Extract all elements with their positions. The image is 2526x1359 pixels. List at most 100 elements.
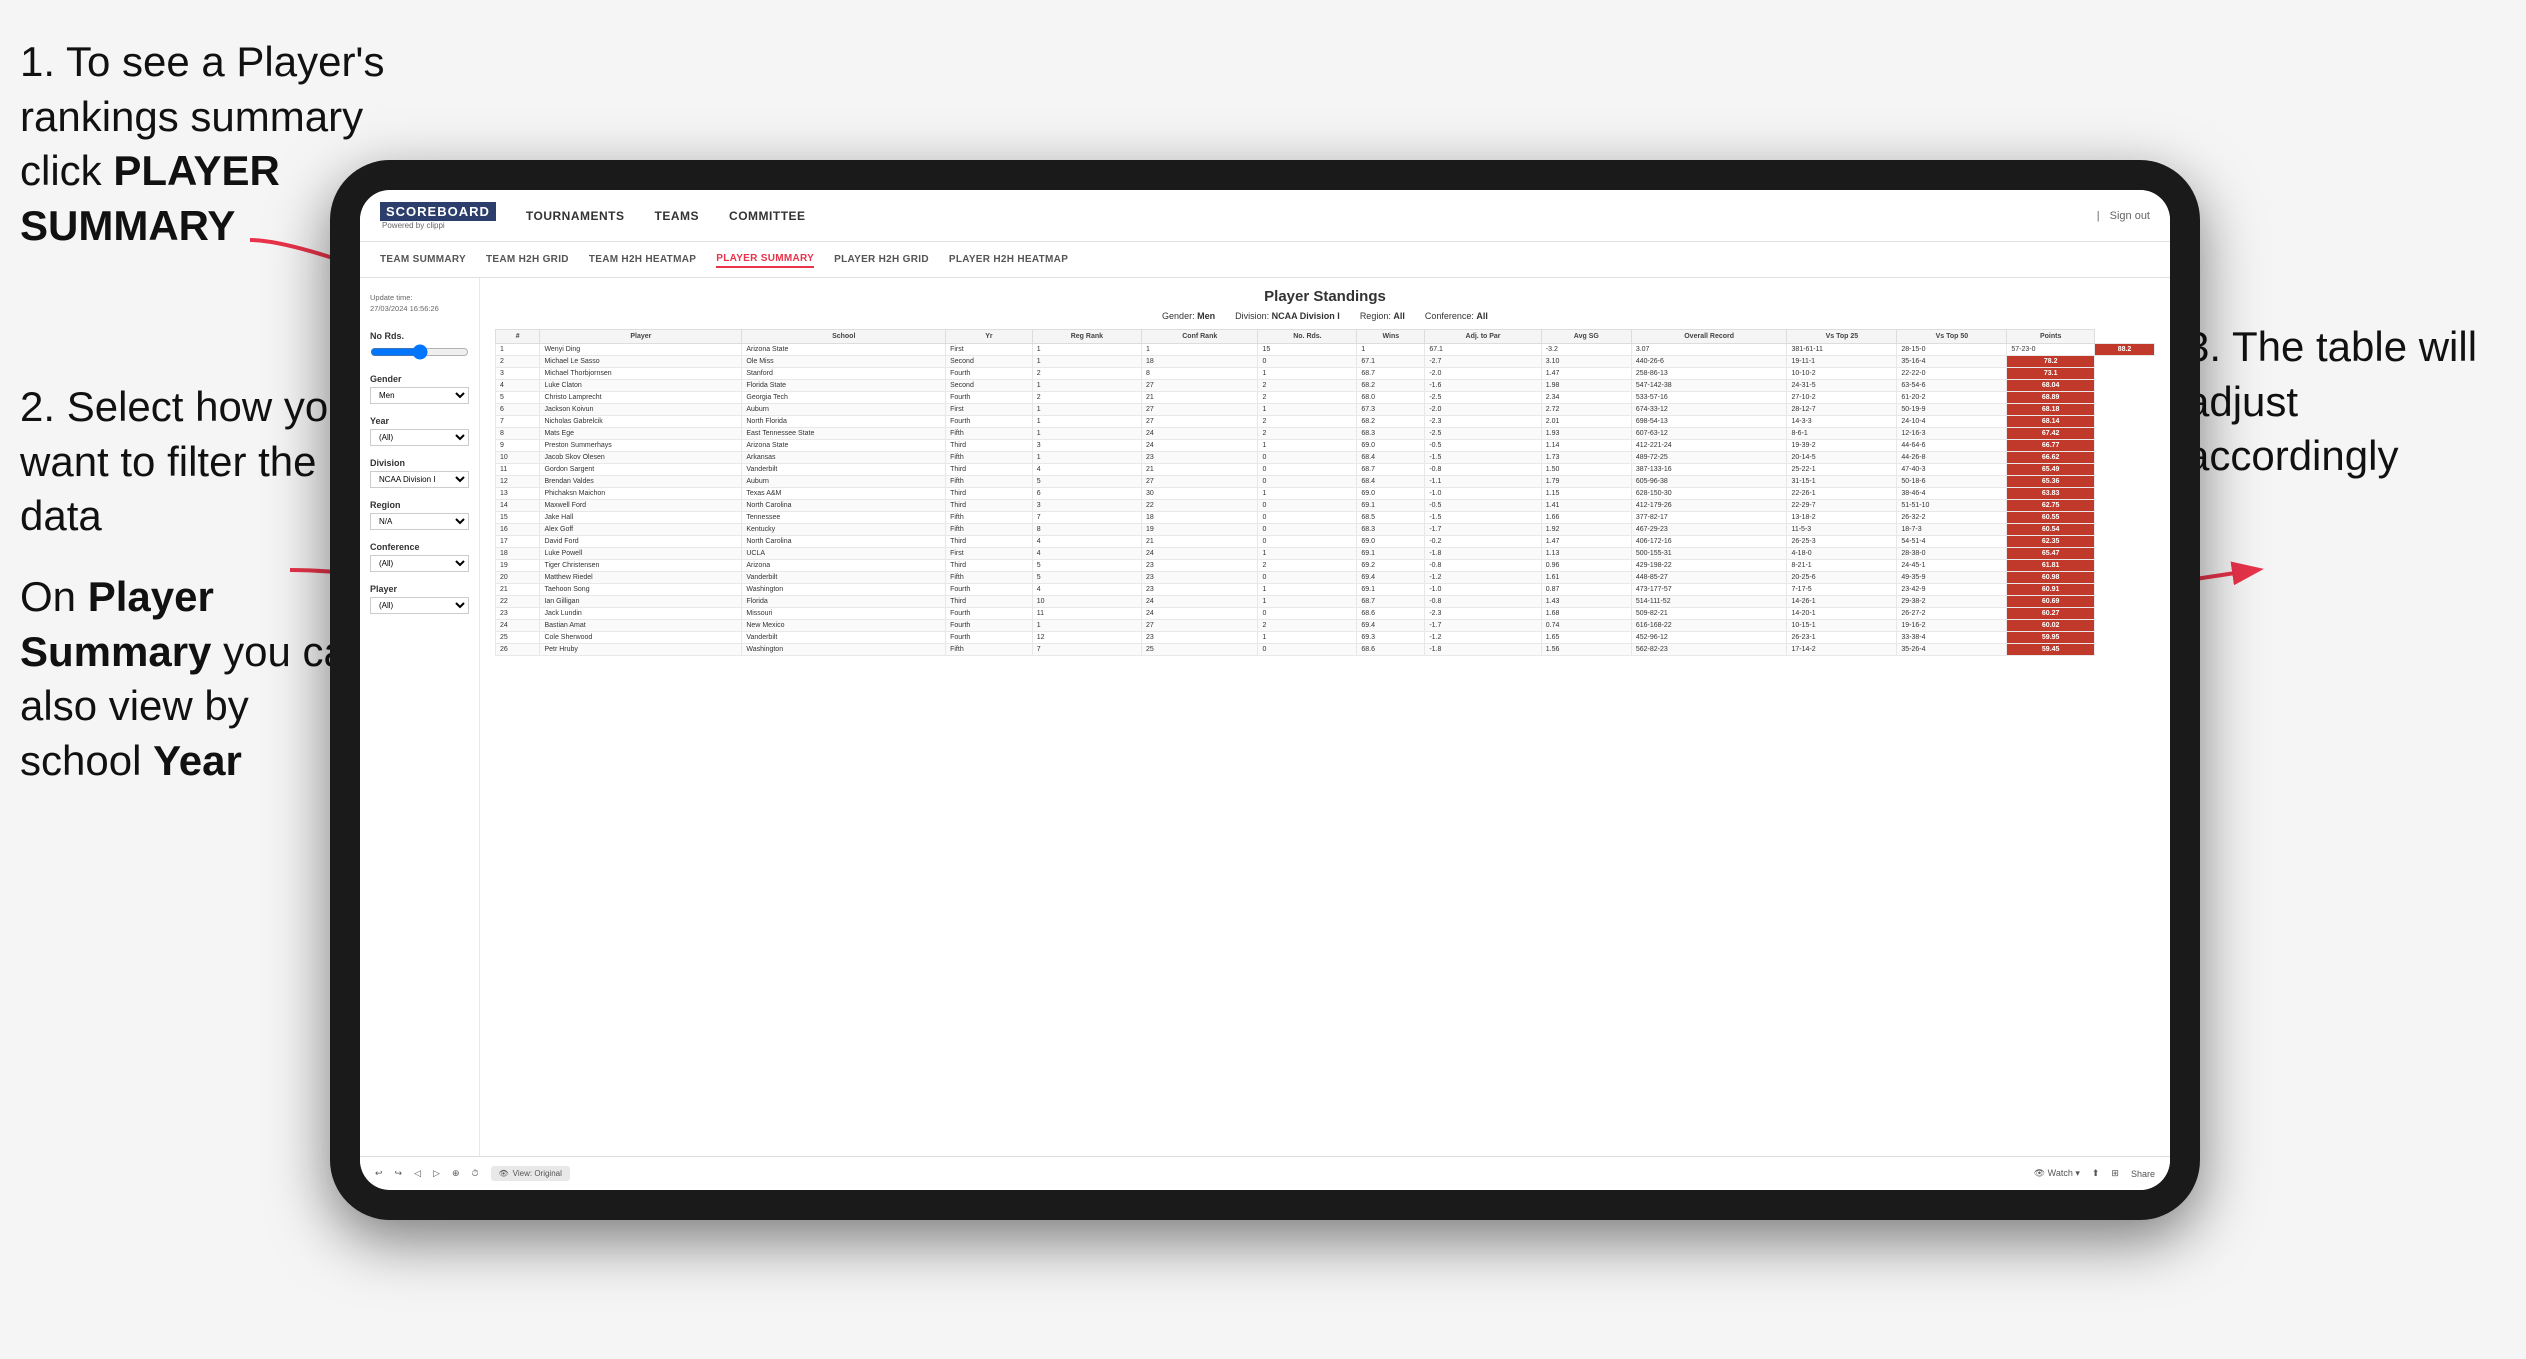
table-cell: -0.8 xyxy=(1425,560,1541,572)
table-cell: 68.4 xyxy=(1357,452,1425,464)
sub-nav-player-h2h-grid[interactable]: PLAYER H2H GRID xyxy=(834,252,929,267)
table-cell: 31-15-1 xyxy=(1787,476,1897,488)
table-cell: 1 xyxy=(1357,344,1425,356)
table-cell: Gordon Sargent xyxy=(540,464,742,476)
table-cell: Fourth xyxy=(946,392,1033,404)
table-cell: 2.34 xyxy=(1541,392,1631,404)
toolbar-redo[interactable]: ↪ xyxy=(395,1168,403,1179)
table-cell: 68.2 xyxy=(1357,380,1425,392)
nav-committee[interactable]: COMMITTEE xyxy=(729,205,806,227)
table-cell: 27 xyxy=(1142,380,1258,392)
table-cell: 62.75 xyxy=(2007,500,2095,512)
year-select[interactable]: (All) xyxy=(370,429,469,446)
table-cell: 21 xyxy=(1142,464,1258,476)
toolbar-watch[interactable]: 👁 Watch ▾ xyxy=(2034,1168,2080,1179)
bottom-toolbar: ↩ ↪ ◁ ▷ ⊕ ⏱ 👁 View: Original 👁 Watch ▾ ⬆… xyxy=(360,1156,2170,1190)
region-select[interactable]: N/A xyxy=(370,513,469,530)
player-select[interactable]: (All) xyxy=(370,597,469,614)
sub-nav-team-h2h-grid[interactable]: TEAM H2H GRID xyxy=(486,252,569,267)
nav-tournaments[interactable]: TOURNAMENTS xyxy=(526,205,625,227)
sidebar-update-time: Update time: 27/03/2024 16:56:26 xyxy=(370,293,469,314)
table-cell: Vanderbilt xyxy=(742,632,946,644)
table-cell: 19-11-1 xyxy=(1787,356,1897,368)
table-cell: 60.91 xyxy=(2007,584,2095,596)
table-cell: 27 xyxy=(1142,416,1258,428)
table-cell: 0 xyxy=(1258,608,1357,620)
table-cell: 60.69 xyxy=(2007,596,2095,608)
sub-nav-team-summary[interactable]: TEAM SUMMARY xyxy=(380,252,466,267)
table-cell: Mats Ege xyxy=(540,428,742,440)
table-cell: 61-20-2 xyxy=(1897,392,2007,404)
table-cell: Fourth xyxy=(946,632,1033,644)
conference-select[interactable]: (All) xyxy=(370,555,469,572)
toolbar-view[interactable]: 👁 View: Original xyxy=(491,1166,570,1181)
sign-out-link[interactable]: Sign out xyxy=(2110,210,2150,222)
table-cell: Georgia Tech xyxy=(742,392,946,404)
table-cell: Fifth xyxy=(946,428,1033,440)
table-cell: 7 xyxy=(1032,644,1141,656)
table-cell: 16 xyxy=(496,524,540,536)
table-cell: Jack Lundin xyxy=(540,608,742,620)
table-cell: UCLA xyxy=(742,548,946,560)
table-cell: 448-85-27 xyxy=(1631,572,1787,584)
table-cell: 68.04 xyxy=(2007,380,2095,392)
sub-nav-player-summary[interactable]: PLAYER SUMMARY xyxy=(716,251,814,268)
table-cell: -2.3 xyxy=(1425,608,1541,620)
toolbar-back[interactable]: ◁ xyxy=(414,1168,421,1179)
table-cell: 8 xyxy=(496,428,540,440)
gender-select[interactable]: Men xyxy=(370,387,469,404)
table-cell: 18 xyxy=(1142,512,1258,524)
table-cell: 0 xyxy=(1258,536,1357,548)
table-cell: 0.96 xyxy=(1541,560,1631,572)
toolbar-share[interactable]: Share xyxy=(2131,1169,2155,1179)
table-cell: 1.68 xyxy=(1541,608,1631,620)
table-row: 20Matthew RiedelVanderbiltFifth523069.4-… xyxy=(496,572,2155,584)
table-cell: Matthew Riedel xyxy=(540,572,742,584)
table-cell: 0 xyxy=(1258,452,1357,464)
toolbar-export[interactable]: ⬆ xyxy=(2092,1168,2100,1179)
table-cell: -1.7 xyxy=(1425,524,1541,536)
toolbar-copy[interactable]: ⊕ xyxy=(452,1168,460,1179)
nav-teams[interactable]: TEAMS xyxy=(655,205,700,227)
table-cell: Vanderbilt xyxy=(742,464,946,476)
table-cell: 10 xyxy=(1032,596,1141,608)
toolbar-grid[interactable]: ⊞ xyxy=(2111,1168,2119,1179)
table-cell: 1 xyxy=(1258,368,1357,380)
table-cell: Third xyxy=(946,560,1033,572)
sidebar-division-section: Division NCAA Division I xyxy=(370,458,469,488)
table-cell: 60.27 xyxy=(2007,608,2095,620)
table-cell: 68.2 xyxy=(1357,416,1425,428)
table-cell: Florida State xyxy=(742,380,946,392)
table-cell: 8 xyxy=(1032,524,1141,536)
table-cell: 3 xyxy=(1032,440,1141,452)
sub-nav-team-h2h-heatmap[interactable]: TEAM H2H HEATMAP xyxy=(589,252,696,267)
table-cell: 1 xyxy=(1258,440,1357,452)
table-cell: Washington xyxy=(742,644,946,656)
table-cell: -3.2 xyxy=(1541,344,1631,356)
table-row: 21Taehoon SongWashingtonFourth423169.1-1… xyxy=(496,584,2155,596)
division-select[interactable]: NCAA Division I xyxy=(370,471,469,488)
table-cell: -1.8 xyxy=(1425,644,1541,656)
table-cell: 10-10-2 xyxy=(1787,368,1897,380)
toolbar-undo[interactable]: ↩ xyxy=(375,1168,383,1179)
table-cell: Fifth xyxy=(946,524,1033,536)
table-cell: Fourth xyxy=(946,584,1033,596)
table-cell: 2 xyxy=(1032,368,1141,380)
table-cell: 20-25-6 xyxy=(1787,572,1897,584)
table-cell: 467-29-23 xyxy=(1631,524,1787,536)
table-cell: 440-26-6 xyxy=(1631,356,1787,368)
table-cell: 23 xyxy=(1142,560,1258,572)
table-cell: 68.6 xyxy=(1357,608,1425,620)
table-cell: 73.1 xyxy=(2007,368,2095,380)
table-row: 22Ian GilliganFloridaThird1024168.7-0.81… xyxy=(496,596,2155,608)
toolbar-clock[interactable]: ⏱ xyxy=(471,1168,478,1179)
sub-nav-player-h2h-heatmap[interactable]: PLAYER H2H HEATMAP xyxy=(949,252,1068,267)
table-cell: -1.0 xyxy=(1425,488,1541,500)
table-cell: Vanderbilt xyxy=(742,572,946,584)
toolbar-fwd[interactable]: ▷ xyxy=(433,1168,440,1179)
table-cell: 19-16-2 xyxy=(1897,620,2007,632)
table-cell: 26-27-2 xyxy=(1897,608,2007,620)
table-cell: 8-6-1 xyxy=(1787,428,1897,440)
table-cell: 24 xyxy=(1142,608,1258,620)
no-rds-slider[interactable] xyxy=(370,344,469,360)
